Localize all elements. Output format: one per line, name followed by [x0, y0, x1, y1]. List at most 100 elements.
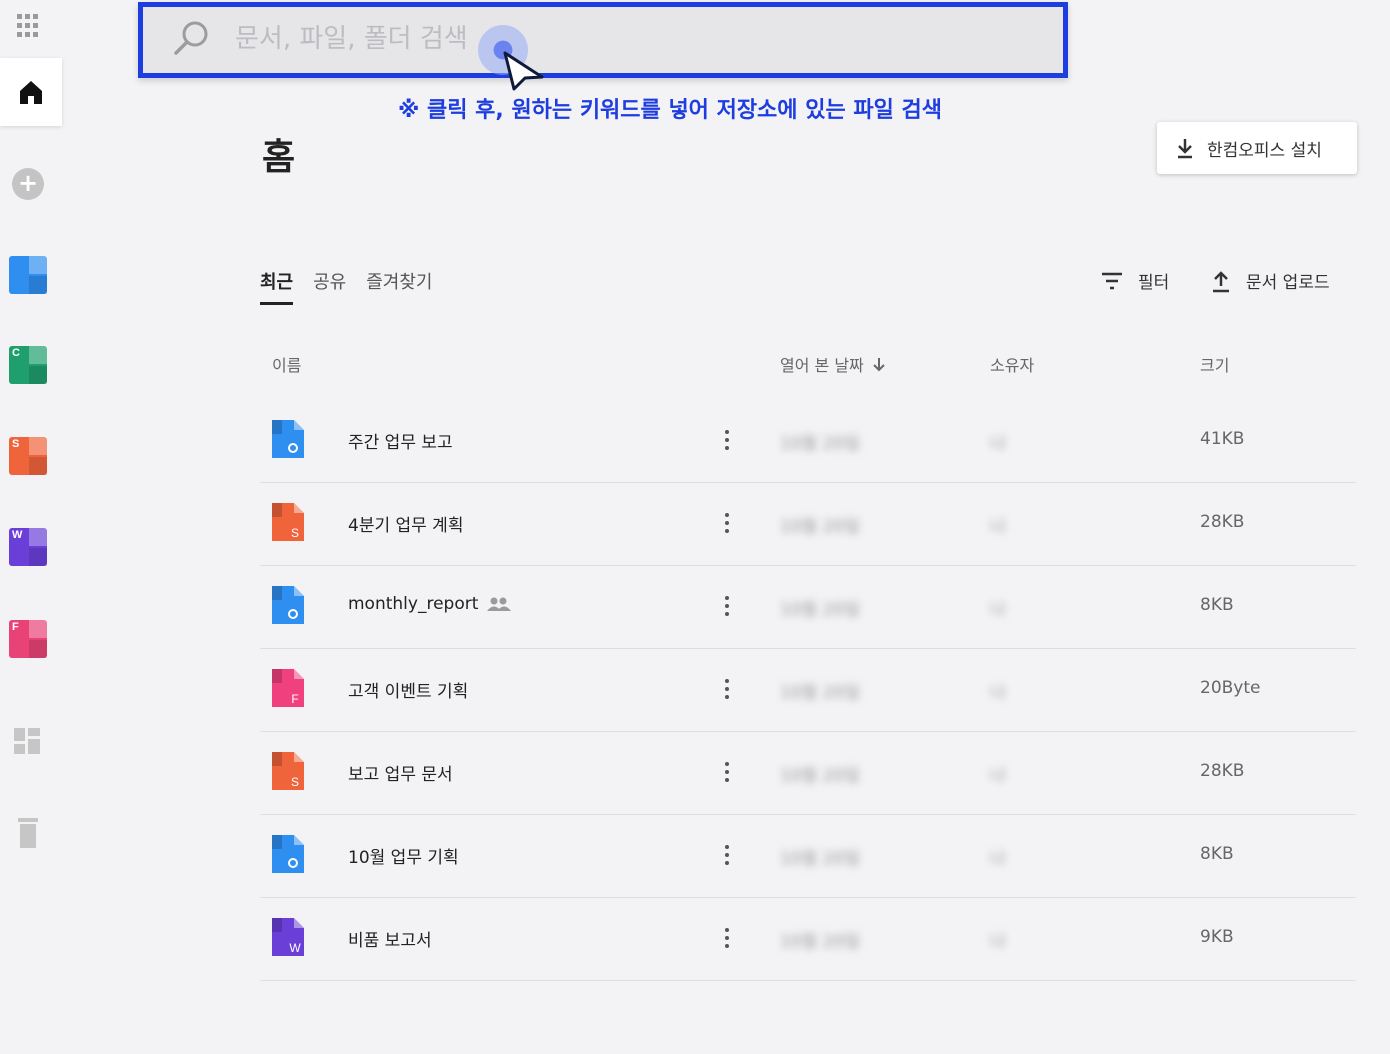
file-name-text: 비품 보고서 — [348, 931, 432, 951]
column-size[interactable]: 크기 — [1200, 352, 1229, 376]
add-button[interactable]: + — [12, 168, 44, 200]
cell-app-letter: C — [12, 347, 20, 359]
search-icon — [174, 21, 208, 55]
opened-date: 10월 20일 — [780, 600, 860, 620]
filter-label: 필터 — [1138, 273, 1170, 293]
table-row[interactable]: S 4분기 업무 계획 10월 20일 나 28KB — [260, 483, 1356, 566]
file-name[interactable]: 주간 업무 보고 — [348, 428, 453, 453]
opened-date: 10월 20일 — [780, 517, 860, 537]
owner: 나 — [990, 932, 1006, 952]
form-app-letter: F — [12, 621, 19, 633]
file-name[interactable]: 고객 이벤트 기획 — [348, 677, 468, 702]
file-size: 8KB — [1200, 844, 1234, 864]
opened-date: 10월 20일 — [780, 849, 860, 869]
file-size: 28KB — [1200, 761, 1245, 781]
opened-date: 10월 20일 — [780, 683, 860, 703]
upload-document-label: 문서 업로드 — [1246, 273, 1330, 293]
file-size: 8KB — [1200, 595, 1234, 615]
file-list: 주간 업무 보고 10월 20일 나 41KB S 4분기 업무 계획 10월 … — [260, 400, 1356, 981]
file-name[interactable]: monthly_report — [348, 594, 512, 614]
file-name-text: monthly_report — [348, 594, 479, 614]
dashboard-icon[interactable] — [12, 726, 42, 756]
file-size: 20Byte — [1200, 678, 1261, 698]
install-office-button[interactable]: 한컴오피스 설치 — [1157, 122, 1357, 174]
column-opened-date-label: 열어 본 날짜 — [780, 356, 864, 375]
cursor-icon — [503, 51, 544, 91]
sidebar-item-home[interactable] — [0, 58, 62, 126]
svg-text:S: S — [291, 526, 299, 540]
table-row[interactable]: monthly_report 10월 20일 나 8KB — [260, 566, 1356, 649]
show-app-icon[interactable]: S — [9, 437, 47, 475]
hwp-file-icon — [272, 586, 304, 624]
more-options-icon[interactable] — [724, 513, 730, 533]
form-file-icon: F — [272, 669, 304, 707]
shared-users-icon — [487, 597, 512, 611]
more-options-icon[interactable] — [724, 928, 730, 948]
file-name[interactable]: 비품 보고서 — [348, 926, 432, 951]
page-title: 홈 — [262, 137, 296, 178]
table-row[interactable]: W 비품 보고서 10월 20일 나 9KB — [260, 898, 1356, 981]
opened-date: 10월 20일 — [780, 434, 860, 454]
word-app-letter: W — [12, 529, 23, 541]
filter-icon — [1102, 272, 1122, 289]
owner: 나 — [990, 434, 1006, 454]
opened-date: 10월 20일 — [780, 932, 860, 952]
more-options-icon[interactable] — [724, 845, 730, 865]
show-file-icon: S — [272, 752, 304, 790]
owner: 나 — [990, 766, 1006, 786]
svg-text:F: F — [291, 692, 298, 706]
view-tabs: 최근 공유 즐겨찾기 — [260, 268, 433, 305]
file-name[interactable]: 4분기 업무 계획 — [348, 511, 463, 536]
file-size: 28KB — [1200, 512, 1245, 532]
owner: 나 — [990, 517, 1006, 537]
hwp-file-icon — [272, 835, 304, 873]
file-name[interactable]: 보고 업무 문서 — [348, 760, 453, 785]
trash-icon[interactable] — [12, 816, 44, 850]
sidebar: + C S W F — [0, 0, 62, 1054]
show-app-letter: S — [12, 438, 20, 450]
word-app-icon[interactable]: W — [9, 528, 47, 566]
word-file-icon: W — [272, 918, 304, 956]
table-row[interactable]: F 고객 이벤트 기획 10월 20일 나 20Byte — [260, 649, 1356, 732]
sort-down-icon — [873, 358, 885, 372]
search-input[interactable] — [235, 19, 935, 59]
svg-text:S: S — [291, 775, 299, 789]
hwp-app-icon[interactable] — [9, 256, 47, 294]
owner: 나 — [990, 683, 1006, 703]
more-options-icon[interactable] — [724, 762, 730, 782]
more-options-icon[interactable] — [724, 679, 730, 699]
show-file-icon: S — [272, 503, 304, 541]
search-bar[interactable] — [138, 2, 1068, 78]
download-icon — [1178, 139, 1192, 159]
more-options-icon[interactable] — [724, 430, 730, 450]
home-icon — [20, 81, 42, 104]
tab-favorites[interactable]: 즐겨찾기 — [366, 268, 432, 305]
column-opened-date[interactable]: 열어 본 날짜 — [780, 352, 886, 376]
opened-date: 10월 20일 — [780, 766, 860, 786]
file-name-text: 주간 업무 보고 — [348, 433, 453, 453]
owner: 나 — [990, 600, 1006, 620]
upload-icon — [1213, 270, 1229, 292]
owner: 나 — [990, 849, 1006, 869]
svg-text:W: W — [289, 941, 301, 955]
column-owner[interactable]: 소유자 — [990, 352, 1034, 376]
column-name[interactable]: 이름 — [272, 352, 301, 376]
file-name-text: 4분기 업무 계획 — [348, 516, 464, 536]
table-row[interactable]: S 보고 업무 문서 10월 20일 나 28KB — [260, 732, 1356, 815]
table-row[interactable]: 주간 업무 보고 10월 20일 나 41KB — [260, 400, 1356, 483]
app-launcher-icon[interactable] — [17, 14, 41, 38]
table-row[interactable]: 10월 업무 기획 10월 20일 나 8KB — [260, 815, 1356, 898]
form-app-icon[interactable]: F — [9, 620, 47, 658]
file-size: 41KB — [1200, 429, 1245, 449]
file-name[interactable]: 10월 업무 기획 — [348, 843, 459, 868]
hwp-file-icon — [272, 420, 304, 458]
file-name-text: 고객 이벤트 기획 — [348, 682, 469, 702]
tab-shared[interactable]: 공유 — [313, 268, 346, 305]
tab-recent[interactable]: 최근 — [260, 268, 294, 305]
file-name-text: 10월 업무 기획 — [348, 848, 459, 868]
more-options-icon[interactable] — [724, 596, 730, 616]
cell-app-icon[interactable]: C — [9, 346, 47, 384]
upload-document-button[interactable]: 문서 업로드 — [1210, 268, 1330, 293]
filter-button[interactable]: 필터 — [1100, 268, 1169, 293]
file-name-text: 보고 업무 문서 — [348, 765, 453, 785]
